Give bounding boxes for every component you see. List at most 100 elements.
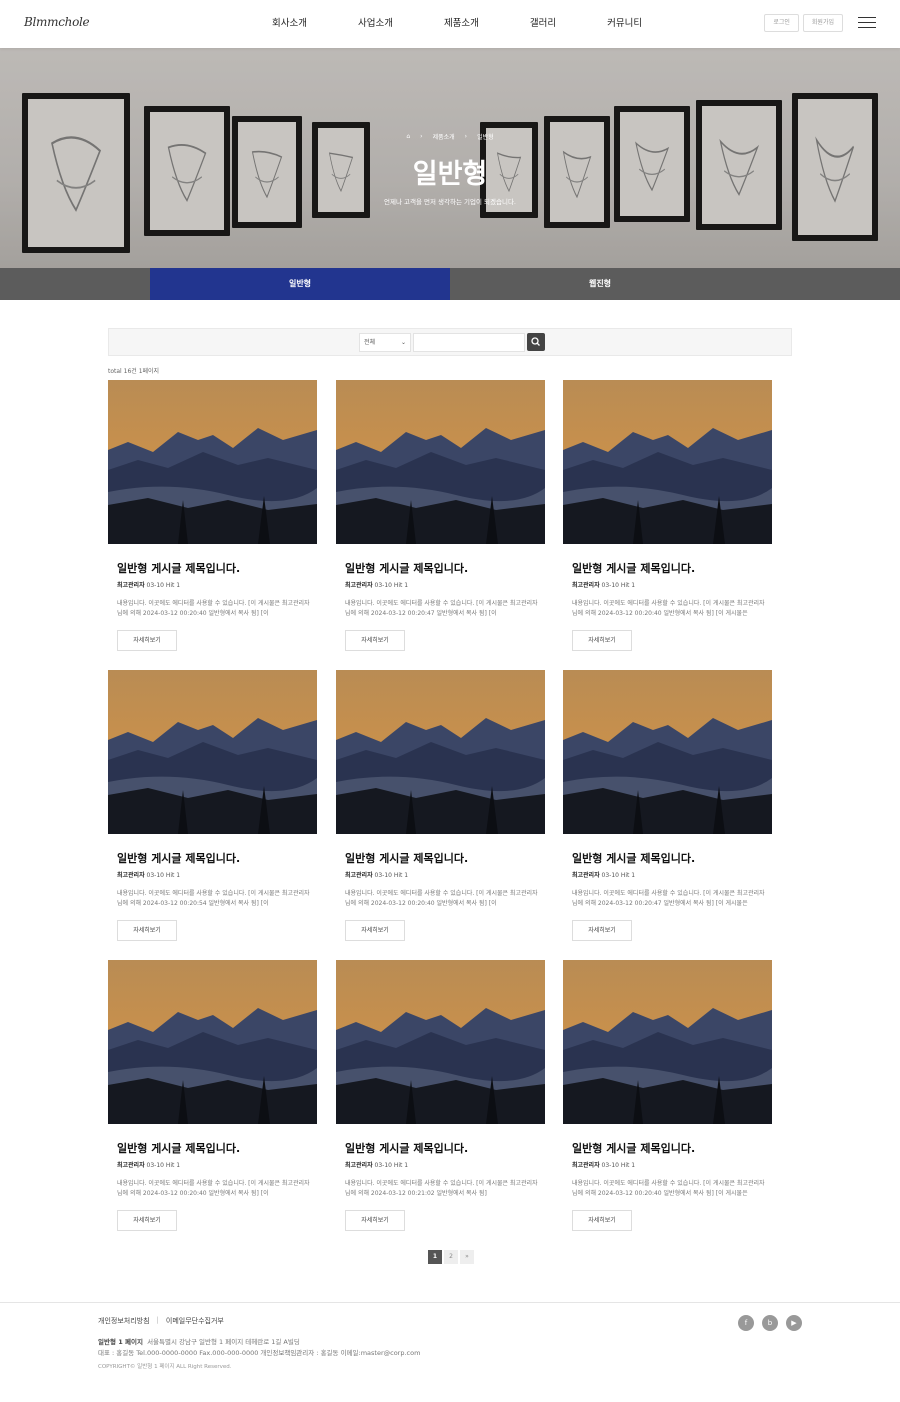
facebook-icon[interactable]: f [738,1315,754,1331]
post-thumbnail[interactable] [108,670,317,834]
company-contact: 대표 : 홍길동 Tel.000-0000-0000 Fax.000-000-0… [98,1349,421,1357]
post-author: 최고관리자 [345,1162,373,1169]
privacy-link[interactable]: 개인정보처리방침 [98,1316,150,1326]
tab-webzine[interactable]: 웹진형 [450,268,750,300]
read-more-button[interactable]: 자세히보기 [345,920,405,941]
breadcrumb-item[interactable]: 제품소개 [433,132,455,141]
post-meta: 최고관리자 03-10 Hit 1 [345,582,409,589]
post-author: 최고관리자 [117,582,145,589]
post-excerpt: 내용입니다. 이곳에도 에디터를 사용할 수 있습니다. [이 게시물은 최고관… [345,600,538,617]
email-policy-link[interactable]: 이메일무단수집거부 [166,1316,224,1326]
post-meta: 최고관리자 03-10 Hit 1 [345,1162,409,1169]
post-meta: 최고관리자 03-10 Hit 1 [117,872,181,879]
post-thumbnail[interactable] [336,380,545,544]
post-card[interactable]: 일반형 게시글 제목입니다. 최고관리자 03-10 Hit 1 내용입니다. 이곳… [108,960,317,1235]
post-card[interactable]: 일반형 게시글 제목입니다. 최고관리자 03-10 Hit 1 내용입니다. 이곳… [563,960,772,1235]
post-title[interactable]: 일반형 게시글 제목입니다. [572,1140,695,1156]
search-category-select[interactable]: 전체 ⌄ [359,333,411,352]
company-address: 서울특별시 강남구 일반형 1 페이지 테헤란로 1길 A빌딩 [147,1338,300,1346]
post-thumbnail[interactable] [563,960,772,1124]
read-more-button[interactable]: 자세히보기 [345,630,405,651]
post-author: 최고관리자 [117,872,145,879]
read-more-button[interactable]: 자세히보기 [117,1210,177,1231]
post-excerpt: 내용입니다. 이곳에도 에디터를 사용할 수 있습니다. [이 게시물은 최고관… [572,600,765,617]
post-excerpt: 내용입니다. 이곳에도 에디터를 사용할 수 있습니다. [이 게시물은 최고관… [117,600,310,617]
post-excerpt: 내용입니다. 이곳에도 에디터를 사용할 수 있습니다. [이 게시물은 최고관… [572,1180,765,1197]
nav-item-community[interactable]: 커뮤니티 [607,0,642,48]
util-links: 로그인 회원가입 [764,14,843,32]
page-subtitle: 언제나 고객을 먼저 생각하는 기업이 되겠습니다. [384,198,516,206]
post-meta: 최고관리자 03-10 Hit 1 [572,872,636,879]
copyright: COPYRIGHT© 일반형 1 페이지 ALL Right Reserved. [98,1364,232,1370]
login-button[interactable]: 로그인 [764,14,799,32]
search-bar: 전체 ⌄ [108,328,792,356]
site-header: Blmmchole 회사소개 사업소개 제품소개 갤러리 커뮤니티 로그인 회원… [0,0,900,48]
read-more-button[interactable]: 자세히보기 [345,1210,405,1231]
hamburger-icon[interactable] [858,17,876,30]
post-title[interactable]: 일반형 게시글 제목입니다. [572,560,695,576]
chevron-down-icon: ⌄ [400,339,406,346]
post-title[interactable]: 일반형 게시글 제목입니다. [345,560,468,576]
read-more-button[interactable]: 자세히보기 [117,630,177,651]
post-meta: 최고관리자 03-10 Hit 1 [345,872,409,879]
blog-icon[interactable]: b [762,1315,778,1331]
read-more-button[interactable]: 자세히보기 [117,920,177,941]
nav-item-products[interactable]: 제품소개 [444,0,479,48]
page-2[interactable]: 2 [444,1250,458,1264]
post-title[interactable]: 일반형 게시글 제목입니다. [345,1140,468,1156]
post-title[interactable]: 일반형 게시글 제목입니다. [345,850,468,866]
page-title: 일반형 [412,159,488,190]
company-info: 일반형 1 페이지 서울특별시 강남구 일반형 1 페이지 테헤란로 1길 A빌… [98,1337,420,1359]
company-name: 일반형 1 페이지 [98,1338,143,1346]
post-meta: 최고관리자 03-10 Hit 1 [117,582,181,589]
post-thumbnail[interactable] [336,960,545,1124]
post-thumbnail[interactable] [336,670,545,834]
breadcrumb: ⌂ › 제품소개 › 일반형 [406,132,494,141]
next-page-button[interactable]: » [460,1250,474,1264]
post-title[interactable]: 일반형 게시글 제목입니다. [117,850,240,866]
post-card[interactable]: 일반형 게시글 제목입니다. 최고관리자 03-10 Hit 1 내용입니다. 이곳… [563,380,772,655]
sub-tabs: 일반형 웹진형 [0,268,900,300]
post-thumbnail[interactable] [563,380,772,544]
post-thumbnail[interactable] [108,380,317,544]
home-icon[interactable]: ⌂ [406,133,410,140]
post-meta: 최고관리자 03-10 Hit 1 [572,1162,636,1169]
footer-links: 개인정보처리방침 | 이메일무단수집거부 [98,1316,224,1326]
read-more-button[interactable]: 자세히보기 [572,920,632,941]
nav-item-business[interactable]: 사업소개 [358,0,393,48]
post-card[interactable]: 일반형 게시글 제목입니다. 최고관리자 03-10 Hit 1 내용입니다. 이곳… [336,960,545,1235]
post-card[interactable]: 일반형 게시글 제목입니다. 최고관리자 03-10 Hit 1 내용입니다. 이곳… [108,670,317,945]
read-more-button[interactable]: 자세히보기 [572,1210,632,1231]
post-meta: 최고관리자 03-10 Hit 1 [117,1162,181,1169]
post-title[interactable]: 일반형 게시글 제목입니다. [117,560,240,576]
post-excerpt: 내용입니다. 이곳에도 에디터를 사용할 수 있습니다. [이 게시물은 최고관… [572,890,765,907]
pagination: 1 2 » [428,1250,474,1264]
post-card[interactable]: 일반형 게시글 제목입니다. 최고관리자 03-10 Hit 1 내용입니다. 이곳… [336,670,545,945]
post-title[interactable]: 일반형 게시글 제목입니다. [117,1140,240,1156]
tab-general[interactable]: 일반형 [150,268,450,300]
post-title[interactable]: 일반형 게시글 제목입니다. [572,850,695,866]
post-card[interactable]: 일반형 게시글 제목입니다. 최고관리자 03-10 Hit 1 내용입니다. 이곳… [336,380,545,655]
post-meta: 최고관리자 03-10 Hit 1 [572,582,636,589]
search-button[interactable] [527,333,545,351]
post-card[interactable]: 일반형 게시글 제목입니다. 최고관리자 03-10 Hit 1 내용입니다. 이곳… [563,670,772,945]
post-thumbnail[interactable] [108,960,317,1124]
social-links: f b ▶ [738,1315,802,1331]
read-more-button[interactable]: 자세히보기 [572,630,632,651]
youtube-icon[interactable]: ▶ [786,1315,802,1331]
post-author: 최고관리자 [572,1162,600,1169]
post-author: 최고관리자 [345,872,373,879]
site-logo[interactable]: Blmmchole [24,15,90,29]
join-button[interactable]: 회원가입 [802,14,843,32]
page-1[interactable]: 1 [428,1250,442,1264]
post-author: 최고관리자 [345,582,373,589]
breadcrumb-item[interactable]: 일반형 [477,132,494,141]
nav-item-about[interactable]: 회사소개 [272,0,307,48]
post-author: 최고관리자 [572,582,600,589]
site-footer: 개인정보처리방침 | 이메일무단수집거부 일반형 1 페이지 서울특별시 강남구… [0,1302,900,1402]
search-input[interactable] [413,333,525,352]
post-card[interactable]: 일반형 게시글 제목입니다. 최고관리자 03-10 Hit 1 내용입니다. 이곳… [108,380,317,655]
post-thumbnail[interactable] [563,670,772,834]
main-nav: 회사소개 사업소개 제품소개 갤러리 커뮤니티 [272,0,693,48]
nav-item-gallery[interactable]: 갤러리 [530,0,556,48]
